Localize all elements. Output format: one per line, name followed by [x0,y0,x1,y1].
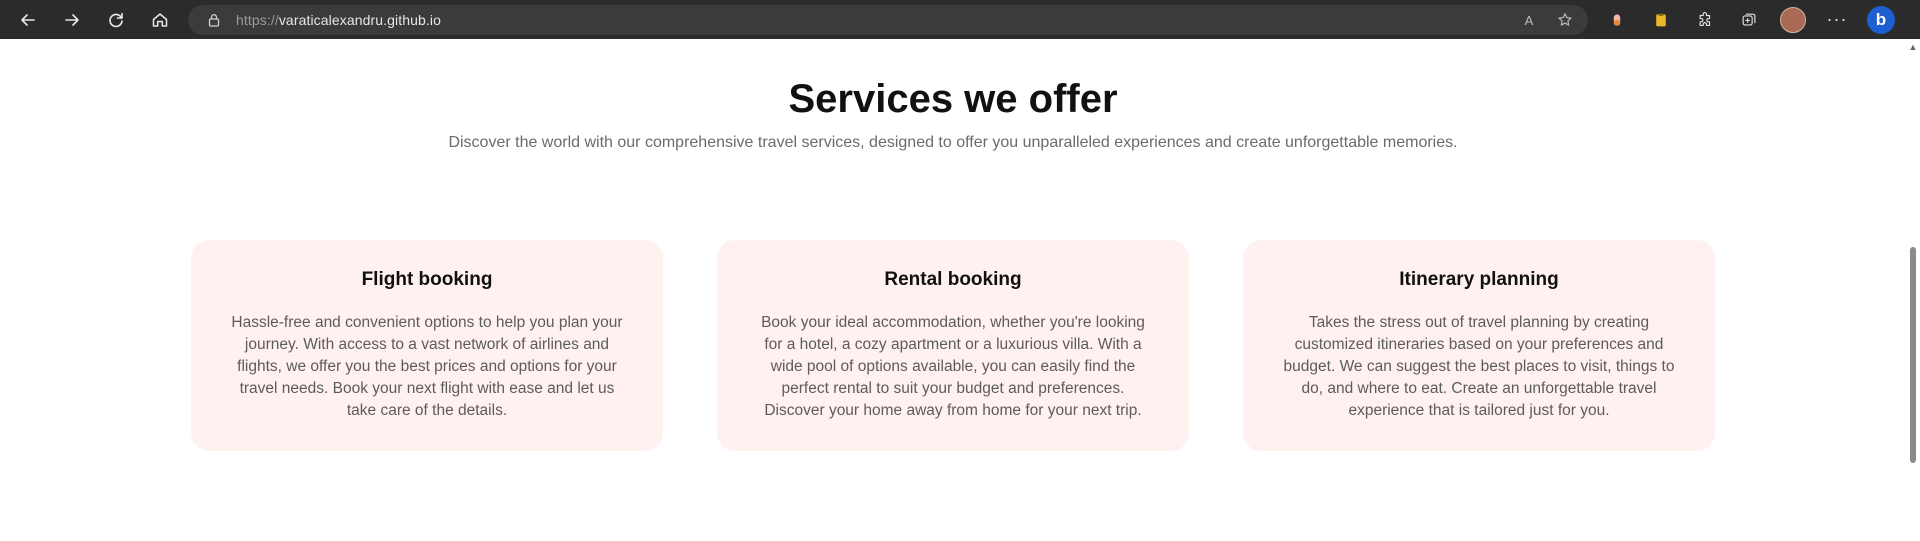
browser-toolbar: https://varaticalexandru.github.io A ···… [0,0,1920,39]
services-section: Services we offer Discover the world wit… [0,39,1906,541]
avatar [1780,6,1806,33]
url-protocol: https:// [236,12,279,28]
browser-extensions-area: ··· b [1595,0,1903,39]
address-bar[interactable]: https://varaticalexandru.github.io A [188,5,1588,35]
section-title: Services we offer [788,77,1118,121]
scroll-up-arrow-icon[interactable]: ▲ [1906,41,1920,53]
card-title: Rental booking [884,269,1022,290]
extension-icon[interactable] [1595,0,1639,39]
forward-arrow-icon[interactable] [50,0,94,39]
service-card-rental-booking: Rental booking Book your ideal accommoda… [717,240,1189,451]
puzzle-icon[interactable] [1683,0,1727,39]
lock-icon[interactable] [206,12,222,28]
scrollbar-thumb[interactable] [1910,247,1916,463]
section-subtitle: Discover the world with our comprehensiv… [448,134,1458,151]
service-card-itinerary-planning: Itinerary planning Takes the stress out … [1243,240,1715,451]
url-host: varaticalexandru.github.io [278,12,441,28]
card-description: Takes the stress out of travel planning … [1283,314,1675,419]
url-text[interactable]: https://varaticalexandru.github.io [236,12,441,28]
page-scrollbar[interactable]: ▲ [1906,39,1920,541]
card-title: Flight booking [361,269,493,290]
address-bar-actions: A [1518,5,1576,35]
card-title: Itinerary planning [1399,269,1559,290]
bing-copilot-icon: b [1867,5,1895,34]
refresh-icon[interactable] [94,0,138,39]
bing-copilot-button[interactable]: b [1859,0,1903,39]
more-icon[interactable]: ··· [1815,0,1859,39]
back-arrow-icon[interactable] [6,0,50,39]
card-description: Hassle-free and convenient options to he… [231,314,623,419]
read-aloud-icon[interactable]: A [1518,9,1540,31]
clipboard-extension-icon[interactable] [1639,0,1683,39]
card-description: Book your ideal accommodation, whether y… [761,314,1145,419]
home-icon[interactable] [138,0,182,39]
service-card-flight-booking: Flight booking Hassle-free and convenien… [191,240,663,451]
collections-icon[interactable] [1727,0,1771,39]
profile-avatar[interactable] [1771,0,1815,39]
add-favorite-icon[interactable] [1554,9,1576,31]
